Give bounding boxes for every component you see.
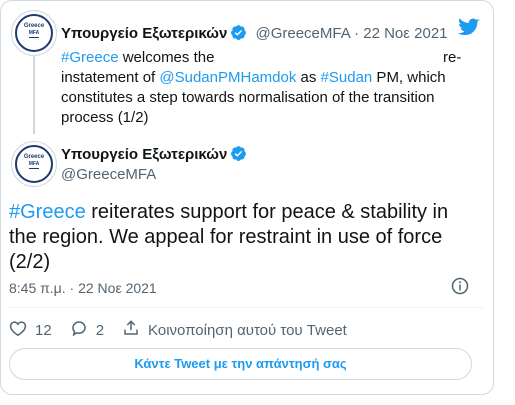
main-handle[interactable]: @GreeceMFA: [61, 166, 156, 183]
parent-text-part: re-: [443, 49, 462, 66]
main-author-name[interactable]: Υπουργείο Εξωτερικών: [61, 146, 227, 163]
parent-author-name[interactable]: Υπουργείο Εξωτερικών: [61, 25, 227, 42]
reply-tweet-button[interactable]: Κάντε Tweet με την απάντησή σας: [9, 348, 472, 380]
parent-text-part: welcomes the: [118, 49, 215, 66]
info-icon[interactable]: [451, 277, 469, 300]
avatar-seal: [29, 37, 39, 43]
share-button[interactable]: Κοινοποίηση αυτού του Tweet: [122, 319, 347, 341]
parent-text-part: instatement of: [61, 69, 160, 86]
verified-badge-icon: [230, 145, 247, 166]
parent-handle[interactable]: @GreeceMFA: [255, 25, 349, 42]
avatar-logo-line1: Greece: [23, 154, 45, 160]
tweet-timestamp[interactable]: 8:45 π.μ. · 22 Νοε 2021: [9, 280, 157, 296]
avatar[interactable]: Greece MFA: [11, 141, 57, 187]
verified-badge-icon: [230, 24, 247, 45]
main-tweet-text: #Greece reiterates support for peace & s…: [9, 200, 479, 275]
reply-bubble-icon: [70, 319, 96, 341]
share-label: Κοινοποίηση αυτού του Tweet: [148, 321, 347, 339]
main-author-row: Υπουργείο Εξωτερικών: [61, 145, 247, 166]
thread-line: [33, 56, 35, 134]
avatar[interactable]: Greece MFA: [11, 10, 57, 56]
avatar-seal: [29, 168, 39, 174]
tweet-embed-card: Greece MFA Υπουργείο Εξωτερικών @GreeceM…: [0, 0, 494, 395]
tweet-actions-bar: 12 2 Κοινοποίηση αυτού του Tweet: [9, 319, 365, 341]
avatar-logo-line2: MFA: [28, 30, 40, 36]
reply-count: 2: [95, 321, 105, 339]
parent-text-part: as: [296, 69, 321, 86]
twitter-bird-icon[interactable]: [458, 18, 480, 42]
hashtag-sudan-link[interactable]: #Sudan: [321, 69, 373, 86]
reply-count-button[interactable]: 2: [70, 319, 104, 341]
divider: [9, 307, 483, 308]
parent-separator: ·: [349, 25, 364, 42]
like-button[interactable]: 12: [9, 320, 52, 341]
hashtag-greece-link[interactable]: #Greece: [61, 49, 119, 66]
parent-tweet-text: #Greece welcomes the re- instatement of @…: [61, 48, 471, 128]
heart-icon: [9, 320, 35, 341]
mention-sudanpmhamdok-link[interactable]: @SudanPMHamdok: [159, 69, 296, 86]
parent-date[interactable]: 22 Νοε 2021: [363, 25, 447, 42]
hashtag-greece-link[interactable]: #Greece: [9, 201, 86, 223]
like-count: 12: [35, 321, 52, 339]
avatar-logo-line1: Greece: [23, 23, 45, 29]
parent-tweet-header: Υπουργείο Εξωτερικών @GreeceMFA · 22 Νοε…: [61, 24, 448, 45]
share-icon: [122, 319, 148, 341]
avatar-logo-line2: MFA: [28, 161, 40, 167]
